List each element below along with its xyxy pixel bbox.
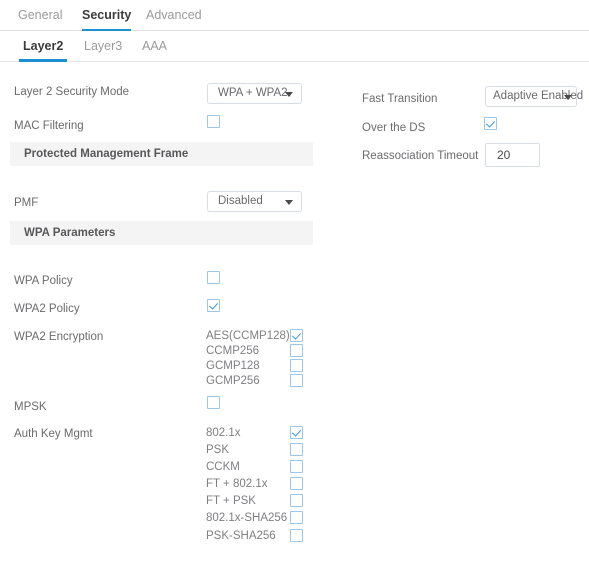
tab-aaa[interactable]: AAA xyxy=(142,31,167,62)
auth-key-mgmt-label: Auth Key Mgmt xyxy=(14,428,93,440)
auth-key-mgmt-option-label: PSK xyxy=(206,444,230,456)
tab-layer3[interactable]: Layer3 xyxy=(84,31,122,62)
wpa2-encryption-option-label: GCMP128 xyxy=(206,360,260,372)
tab-advanced[interactable]: Advanced xyxy=(146,0,202,31)
mpsk-checkbox[interactable] xyxy=(207,396,220,409)
layer2-security-mode-dropdown[interactable]: WPA + WPA2 xyxy=(207,83,302,104)
tab-security[interactable]: Security xyxy=(82,0,132,31)
wpa2-policy-label: WPA2 Policy xyxy=(14,303,80,315)
chevron-down-icon xyxy=(564,95,572,100)
pmf-label: PMF xyxy=(14,197,39,209)
auth-key-mgmt-option-label: 802.1x xyxy=(206,427,241,439)
reassociation-timeout-input[interactable] xyxy=(485,143,540,167)
auth-key-mgmt-psk-checkbox[interactable] xyxy=(290,443,303,456)
auth-key-mgmt-option-label: PSK-SHA256 xyxy=(206,530,276,542)
auth-key-mgmt-psk-sha256-checkbox[interactable] xyxy=(290,529,303,542)
wpa2-encryption-option-label: AES(CCMP128) xyxy=(206,330,290,342)
auth-key-mgmt-option-label: FT + PSK xyxy=(206,495,256,507)
auth-key-mgmt-ft-8021x-checkbox[interactable] xyxy=(290,477,303,490)
wpa-policy-checkbox[interactable] xyxy=(207,271,220,284)
layer2-security-mode-label: Layer 2 Security Mode xyxy=(14,86,130,98)
secondary-tabbar: Layer2 Layer3 AAA xyxy=(0,31,589,62)
tab-layer2[interactable]: Layer2 xyxy=(18,31,68,62)
auth-key-mgmt-8021x-sha256-checkbox[interactable] xyxy=(290,511,303,524)
reassociation-timeout-label: Reassociation Timeout xyxy=(362,150,479,162)
auth-key-mgmt-option-label: CCKM xyxy=(206,461,240,473)
auth-key-mgmt-ft-psk-checkbox[interactable] xyxy=(290,494,303,507)
mac-filtering-checkbox[interactable] xyxy=(207,115,220,128)
auth-key-mgmt-8021x-checkbox[interactable] xyxy=(290,426,303,439)
wpa2-encryption-gcmp256-checkbox[interactable] xyxy=(290,374,303,387)
pmf-value: Disabled xyxy=(218,195,263,207)
over-the-ds-checkbox[interactable] xyxy=(484,117,497,130)
security-settings-panel: General Security Advanced Layer2 Layer3 … xyxy=(0,0,589,561)
mpsk-label: MPSK xyxy=(14,401,47,413)
auth-key-mgmt-cckm-checkbox[interactable] xyxy=(290,460,303,473)
primary-tabbar: General Security Advanced xyxy=(0,0,589,31)
wpa-parameters-section-header: WPA Parameters xyxy=(10,221,313,245)
wpa2-encryption-option-label: CCMP256 xyxy=(206,345,260,357)
auth-key-mgmt-option-label: 802.1x-SHA256 xyxy=(206,512,288,524)
chevron-down-icon xyxy=(285,200,293,205)
protected-management-frame-section-header: Protected Management Frame xyxy=(10,142,313,166)
layer2-security-mode-value: WPA + WPA2 xyxy=(218,87,288,99)
over-the-ds-label: Over the DS xyxy=(362,122,426,134)
wpa-policy-label: WPA Policy xyxy=(14,275,73,287)
fast-transition-label: Fast Transition xyxy=(362,93,438,105)
wpa2-policy-checkbox[interactable] xyxy=(207,299,220,312)
wpa2-encryption-gcmp128-checkbox[interactable] xyxy=(290,359,303,372)
auth-key-mgmt-option-label: FT + 802.1x xyxy=(206,478,268,490)
pmf-dropdown[interactable]: Disabled xyxy=(207,191,302,212)
tab-general[interactable]: General xyxy=(18,0,62,31)
wpa2-encryption-aes-ccmp128-checkbox[interactable] xyxy=(290,329,303,342)
mac-filtering-label: MAC Filtering xyxy=(14,120,84,132)
wpa2-encryption-ccmp256-checkbox[interactable] xyxy=(290,344,303,357)
wpa2-encryption-option-label: GCMP256 xyxy=(206,375,260,387)
chevron-down-icon xyxy=(285,92,293,97)
wpa2-encryption-label: WPA2 Encryption xyxy=(14,331,104,343)
fast-transition-dropdown[interactable]: Adaptive Enabled xyxy=(485,86,583,107)
